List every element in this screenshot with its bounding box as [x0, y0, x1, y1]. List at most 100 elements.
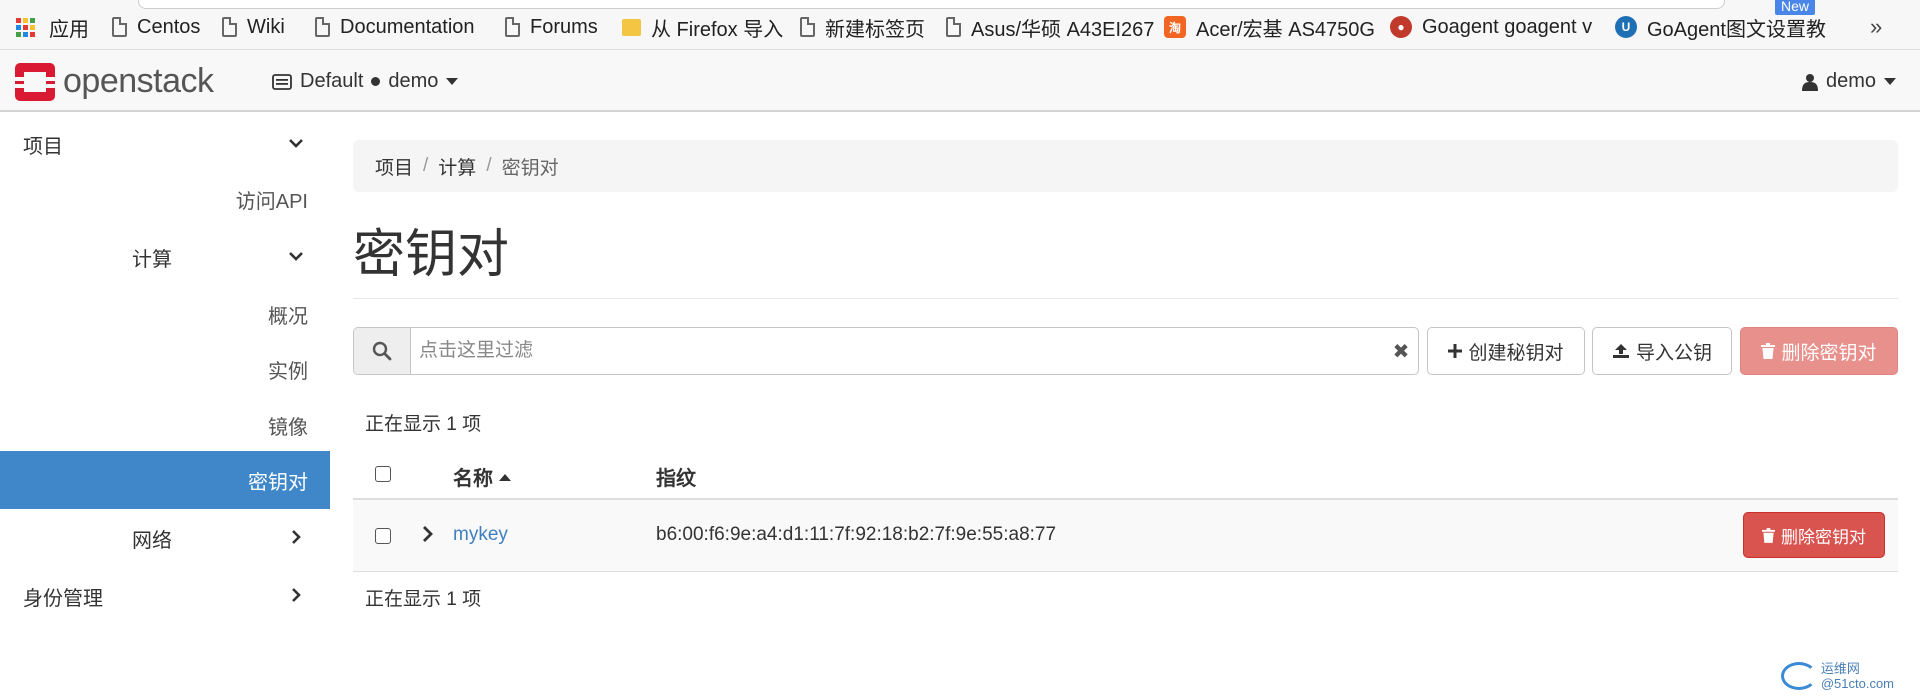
- sidebar-item-label: 计算: [132, 248, 172, 271]
- table-header: 名称 指纹: [353, 448, 1898, 500]
- sidebar-item-label: 实例: [268, 360, 308, 383]
- more-bookmarks-button[interactable]: »: [1870, 14, 1882, 40]
- sidebar-item-label: 密钥对: [248, 471, 308, 494]
- create-key-pair-button[interactable]: 创建秘钥对: [1427, 327, 1585, 375]
- select-all-checkbox[interactable]: [375, 466, 391, 482]
- user-name: demo: [1825, 70, 1876, 92]
- column-header-name[interactable]: 名称: [453, 462, 511, 491]
- breadcrumb-item-current: 密钥对: [501, 157, 559, 179]
- bookmark-label: Wiki: [247, 15, 285, 38]
- button-label: 删除密钥对: [1781, 342, 1877, 364]
- sidebar-item-overview[interactable]: 概况: [0, 288, 330, 340]
- domain-name: Default: [300, 70, 364, 92]
- trash-icon: [1762, 527, 1775, 543]
- filter-input[interactable]: [411, 328, 1384, 374]
- document-icon: [222, 17, 237, 37]
- sidebar-item-images[interactable]: 镜像: [0, 399, 330, 451]
- divider: [353, 298, 1898, 299]
- sidebar-item-label: 网络: [132, 529, 172, 552]
- bookmark-label: Documentation: [340, 15, 475, 38]
- row-delete-key-pair-button[interactable]: 删除密钥对: [1743, 512, 1885, 558]
- key-pair-fingerprint: b6:00:f6:9e:a4:d1:11:7f:92:18:b2:7f:9e:5…: [656, 524, 1057, 545]
- chevron-down-icon: [289, 252, 303, 261]
- separator-dot: [371, 77, 381, 86]
- openstack-logo[interactable]: openstack: [15, 62, 214, 101]
- sidebar-item-key-pairs[interactable]: 密钥对: [0, 451, 330, 509]
- sidebar-item-network[interactable]: 网络: [0, 512, 330, 564]
- button-label: 创建秘钥对: [1468, 342, 1564, 364]
- item-count-bottom: 正在显示 1 项: [365, 589, 482, 610]
- bookmark-documentation[interactable]: Documentation: [315, 16, 475, 38]
- bookmark-label: 新建标签页: [825, 18, 925, 41]
- bookmark-folder-firefox-import[interactable]: 从 Firefox 导入: [622, 16, 783, 41]
- breadcrumb-separator: /: [423, 155, 429, 176]
- sidebar-item-label: 镜像: [268, 416, 308, 439]
- goagent-guide-icon: U: [1615, 16, 1637, 38]
- key-pair-name-link[interactable]: mykey: [453, 524, 508, 546]
- sidebar-item-compute[interactable]: 计算: [0, 231, 330, 283]
- apps-grid-icon: [16, 17, 35, 37]
- sidebar-item-api-access[interactable]: 访问API: [0, 173, 330, 225]
- breadcrumb-separator: /: [486, 155, 492, 176]
- sidebar-item-project[interactable]: 项目: [0, 118, 330, 170]
- bookmark-new-tab[interactable]: 新建标签页: [800, 16, 925, 41]
- openstack-logo-icon: [15, 62, 55, 101]
- bookmark-centos[interactable]: Centos: [112, 16, 200, 38]
- page-title: 密钥对: [353, 226, 510, 284]
- bookmark-label: Centos: [137, 15, 201, 38]
- filter-box: ✖: [353, 327, 1419, 375]
- bookmark-apps[interactable]: 应用: [16, 16, 89, 41]
- new-badge: New: [1775, 0, 1816, 15]
- item-count-top: 正在显示 1 项: [365, 414, 482, 435]
- project-context-dropdown[interactable]: Default demo: [272, 70, 459, 93]
- import-public-key-button[interactable]: 导入公钥: [1592, 327, 1732, 375]
- chevron-right-icon: [292, 530, 301, 544]
- chevron-down-icon: [289, 139, 303, 148]
- caret-down-icon: [1884, 78, 1896, 85]
- sidebar-item-label: 概况: [268, 305, 308, 328]
- trash-icon: [1761, 343, 1776, 359]
- breadcrumb: 项目 / 计算 / 密钥对: [353, 140, 1898, 192]
- user-menu-dropdown[interactable]: demo: [1801, 70, 1896, 93]
- breadcrumb-item-project[interactable]: 项目: [375, 153, 413, 180]
- button-label: 删除密钥对: [1781, 527, 1866, 547]
- taobao-icon: 淘: [1164, 16, 1186, 38]
- document-icon: [505, 17, 520, 37]
- clear-filter-icon[interactable]: ✖: [1384, 328, 1418, 374]
- bookmark-goagent[interactable]: ● Goagent goagent v: [1390, 16, 1592, 38]
- bookmark-label: 应用: [49, 18, 89, 41]
- watermark-line2: @51cto.com: [1820, 676, 1894, 691]
- browser-bookmarks-bar: 应用 Centos Wiki Documentation Forums 从 Fi…: [0, 0, 1920, 50]
- column-header-label: 名称: [453, 468, 493, 490]
- bookmark-asus[interactable]: Asus/华硕 A43EI267: [946, 16, 1154, 41]
- chevron-right-icon[interactable]: [421, 525, 435, 543]
- bookmark-forums[interactable]: Forums: [505, 16, 598, 38]
- bookmark-goagent-guide[interactable]: U GoAgent图文设置教: [1615, 16, 1826, 41]
- sidebar-item-instances[interactable]: 实例: [0, 343, 330, 395]
- column-header-fingerprint[interactable]: 指纹: [656, 462, 696, 491]
- document-icon: [315, 17, 330, 37]
- address-bar[interactable]: [138, 0, 1725, 9]
- goagent-icon: ●: [1390, 16, 1412, 38]
- bookmark-wiki[interactable]: Wiki: [222, 16, 285, 38]
- bookmark-label: Asus/华硕 A43EI267: [971, 18, 1155, 41]
- list-icon: [272, 73, 292, 90]
- watermark-line1: 运维网: [1820, 661, 1860, 676]
- document-icon: [946, 17, 961, 37]
- user-icon: [1801, 73, 1818, 91]
- folder-icon: [622, 18, 641, 36]
- bookmark-label: Acer/宏基 AS4750G: [1196, 18, 1375, 41]
- document-icon: [800, 17, 815, 37]
- sort-ascending-icon: [499, 474, 511, 481]
- row-checkbox[interactable]: [375, 528, 391, 544]
- sidebar-item-identity[interactable]: 身份管理: [0, 570, 330, 622]
- button-label: 导入公钥: [1635, 342, 1712, 364]
- breadcrumb-item-compute[interactable]: 计算: [438, 153, 476, 180]
- bookmark-label: Forums: [530, 15, 598, 38]
- bookmark-acer[interactable]: 淘 Acer/宏基 AS4750G: [1164, 16, 1375, 41]
- brand-name: openstack: [63, 62, 214, 100]
- search-icon: [372, 341, 392, 361]
- search-button[interactable]: [354, 328, 411, 374]
- table-row: mykey b6:00:f6:9e:a4:d1:11:7f:92:18:b2:7…: [353, 500, 1898, 572]
- delete-key-pairs-button[interactable]: 删除密钥对: [1740, 327, 1898, 375]
